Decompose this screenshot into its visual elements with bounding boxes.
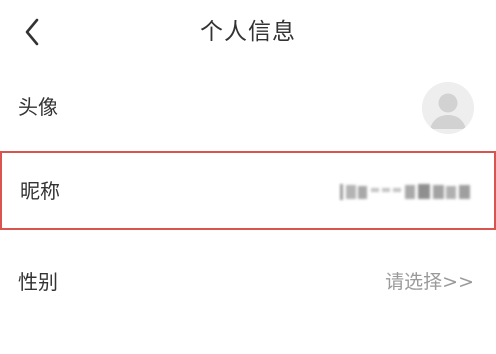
nickname-label: 昵称 xyxy=(20,179,60,203)
avatar[interactable] xyxy=(422,82,474,134)
page-title: 个人信息 xyxy=(200,19,296,45)
nickname-blurred-value xyxy=(340,184,470,200)
nickname-row[interactable]: 昵称 xyxy=(0,151,496,230)
gender-label: 性别 xyxy=(18,270,58,294)
nav-bar: 个人信息 xyxy=(0,0,496,64)
gender-select-link[interactable]: 请选择>> xyxy=(385,269,474,295)
avatar-label: 头像 xyxy=(18,95,58,119)
default-user-avatar-icon xyxy=(422,82,474,134)
gender-row[interactable]: 性别 请选择>> xyxy=(0,254,496,310)
profile-page: 个人信息 头像 昵称 性别 请选择>> xyxy=(0,0,496,354)
avatar-row[interactable]: 头像 xyxy=(0,72,496,142)
